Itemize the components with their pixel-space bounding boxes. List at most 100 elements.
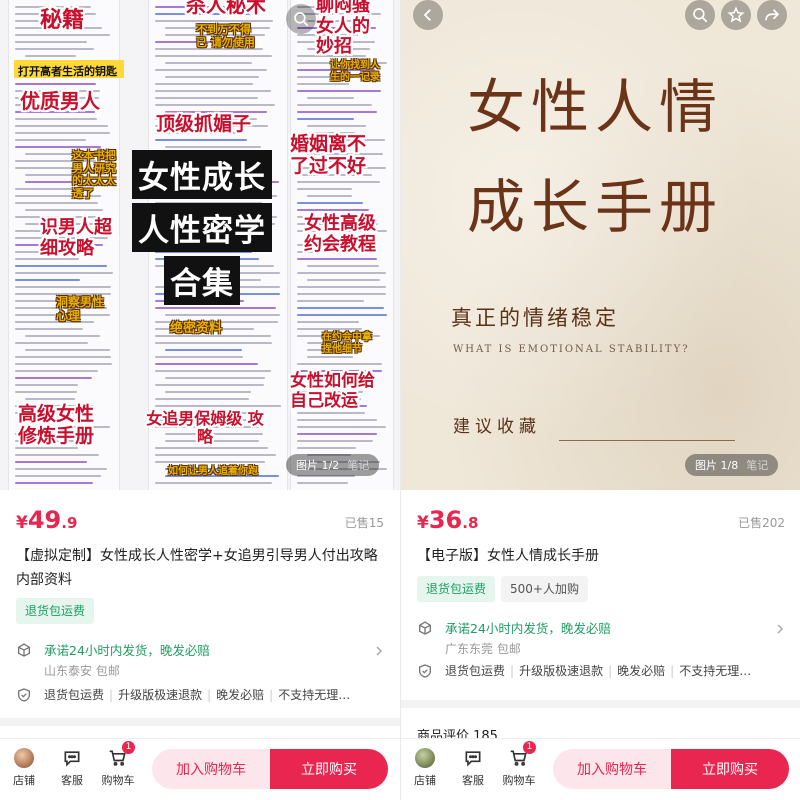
document-text-line xyxy=(155,97,258,99)
document-text-line xyxy=(297,258,377,260)
document-text-line xyxy=(297,314,387,316)
note-label[interactable]: 笔记 xyxy=(746,457,768,473)
back-button[interactable] xyxy=(413,0,443,30)
sticker-text: 洞察男性 心理 xyxy=(56,295,105,323)
service-item: 升级版极速退款 xyxy=(519,664,604,678)
service-row[interactable]: 退货包运费 | 升级版极速退款 | 晚发必赔 | 不支持无理… xyxy=(417,662,785,682)
product-image[interactable]: 女性人情 成长手册 真正的情绪稳定 WHAT IS EMOTIONAL STAB… xyxy=(401,0,800,490)
document-text-line xyxy=(25,55,76,57)
chevron-right-icon xyxy=(376,646,383,656)
tag-return-shipping[interactable]: 退货包运费 xyxy=(16,598,95,624)
document-text-line xyxy=(15,286,111,288)
share-button[interactable] xyxy=(757,0,787,30)
note-label[interactable]: 笔记 xyxy=(347,457,369,473)
document-text-line xyxy=(155,90,271,92)
buy-now-button[interactable]: 立即购买 xyxy=(270,749,388,789)
document-text-line xyxy=(155,370,271,372)
document-text-line xyxy=(15,356,111,358)
section-divider xyxy=(401,700,800,708)
shipping-promise-row[interactable]: 承诺24小时内发货，晚发必赔 山东泰安 包邮 xyxy=(16,640,384,684)
document-text-line xyxy=(15,468,107,470)
search-button[interactable] xyxy=(286,4,316,34)
location-icon xyxy=(18,643,30,657)
document-text-line xyxy=(297,118,354,120)
shop-button[interactable]: 店铺 xyxy=(4,747,44,788)
document-text-line xyxy=(165,62,252,64)
document-text-line xyxy=(297,202,363,204)
document-text-line xyxy=(25,349,110,351)
document-text-line xyxy=(155,454,276,456)
image-counter-text: 图片 1/8 xyxy=(695,459,739,472)
document-text-line xyxy=(155,482,272,484)
document-text-line xyxy=(297,104,372,106)
cart-button[interactable]: 1 购物车 xyxy=(98,741,138,788)
cart-badge: 1 xyxy=(523,741,536,754)
document-text-line xyxy=(15,377,92,379)
tag-return-shipping[interactable]: 退货包运费 xyxy=(417,576,496,602)
shop-avatar xyxy=(415,748,435,768)
favorite-button[interactable] xyxy=(721,0,751,30)
image-counter: 图片 1/2 笔记 xyxy=(286,454,380,476)
poster-rule xyxy=(559,440,735,441)
image-counter-text: 图片 1/2 xyxy=(296,459,340,472)
document-text-line xyxy=(15,48,94,50)
poster-save-text: 建议收藏 xyxy=(453,417,541,437)
document-text-line xyxy=(297,90,381,92)
chat-icon xyxy=(64,751,80,767)
document-text-line xyxy=(15,475,101,477)
shop-button[interactable]: 店铺 xyxy=(405,747,445,788)
product-image[interactable]: 打开高者生活的钥匙 秘籍 杀人秘术 聊闷骚女人的妙招 不到万不得已 请勿使用 让… xyxy=(0,0,400,490)
document-text-line xyxy=(165,377,265,379)
product-title: 【虚拟定制】女性成长人性密学+女追男引导男人付出攻略 内部资料 xyxy=(16,548,378,588)
document-text-line xyxy=(297,419,377,421)
service-item: 退货包运费 xyxy=(445,664,506,678)
service-items: 退货包运费 | 升级版极速退款 | 晚发必赔 | 不支持无理… xyxy=(44,688,351,702)
document-text-line xyxy=(297,209,369,211)
buy-now-button[interactable]: 立即购买 xyxy=(671,749,789,789)
price-integer: 36 xyxy=(428,506,463,534)
add-to-cart-button[interactable]: 加入购物车 xyxy=(553,749,671,789)
poster-subtitle-en: WHAT IS EMOTIONAL STABILITY? xyxy=(453,344,690,355)
document-text-line xyxy=(155,447,268,449)
sticker-text: 如何让男人追着你跑 xyxy=(168,466,258,477)
product-page-left: 打开高者生活的钥匙 秘籍 杀人秘术 聊闷骚女人的妙招 不到万不得已 请勿使用 让… xyxy=(0,0,400,800)
document-text-line xyxy=(165,349,242,351)
document-text-line xyxy=(155,363,258,365)
add-to-cart-button[interactable]: 加入购物车 xyxy=(152,749,270,789)
sticker-text: 绝密资料 xyxy=(170,321,223,336)
document-text-line xyxy=(297,188,352,190)
document-text-line xyxy=(297,272,386,274)
cart-button[interactable]: 1 购物车 xyxy=(499,741,539,788)
document-text-line xyxy=(297,111,377,113)
document-text-line xyxy=(307,279,380,281)
customer-service-button[interactable]: 客服 xyxy=(52,747,92,788)
document-text-line xyxy=(15,265,107,267)
sticker-text: 女追男保姆级 攻略 xyxy=(146,409,264,447)
price: ¥49.9 xyxy=(16,506,77,534)
document-text-line xyxy=(155,20,273,22)
shipping-promise-text: 承诺24小时内发货，晚发必赔 xyxy=(44,643,210,658)
document-text-line xyxy=(307,265,379,267)
document-text-line xyxy=(15,83,96,85)
document-text-line xyxy=(15,370,98,372)
document-text-line xyxy=(155,104,275,106)
document-text-line xyxy=(15,132,110,134)
main-title-line: 人性密学 xyxy=(132,203,272,252)
customer-service-button[interactable]: 客服 xyxy=(453,747,493,788)
price-row: ¥36.8 已售202 xyxy=(417,506,785,536)
document-text-line xyxy=(15,146,101,148)
document-text-line xyxy=(15,454,99,456)
document-text-line xyxy=(297,363,382,365)
search-button[interactable] xyxy=(685,0,715,30)
cart-label: 购物车 xyxy=(502,774,536,787)
document-text-line xyxy=(15,41,87,43)
document-text-line xyxy=(15,125,108,127)
document-text-line xyxy=(15,118,97,120)
shipping-promise-row[interactable]: 承诺24小时内发货，晚发必赔 广东东莞 包邮 xyxy=(417,618,785,662)
service-item: 晚发必赔 xyxy=(216,688,265,702)
sticker-text: 高级女性 修炼手册 xyxy=(18,403,95,447)
document-text-line xyxy=(155,55,272,57)
service-row[interactable]: 退货包运费 | 升级版极速退款 | 晚发必赔 | 不支持无理… xyxy=(16,686,384,706)
document-text-line xyxy=(297,300,364,302)
document-text-line xyxy=(25,335,100,337)
